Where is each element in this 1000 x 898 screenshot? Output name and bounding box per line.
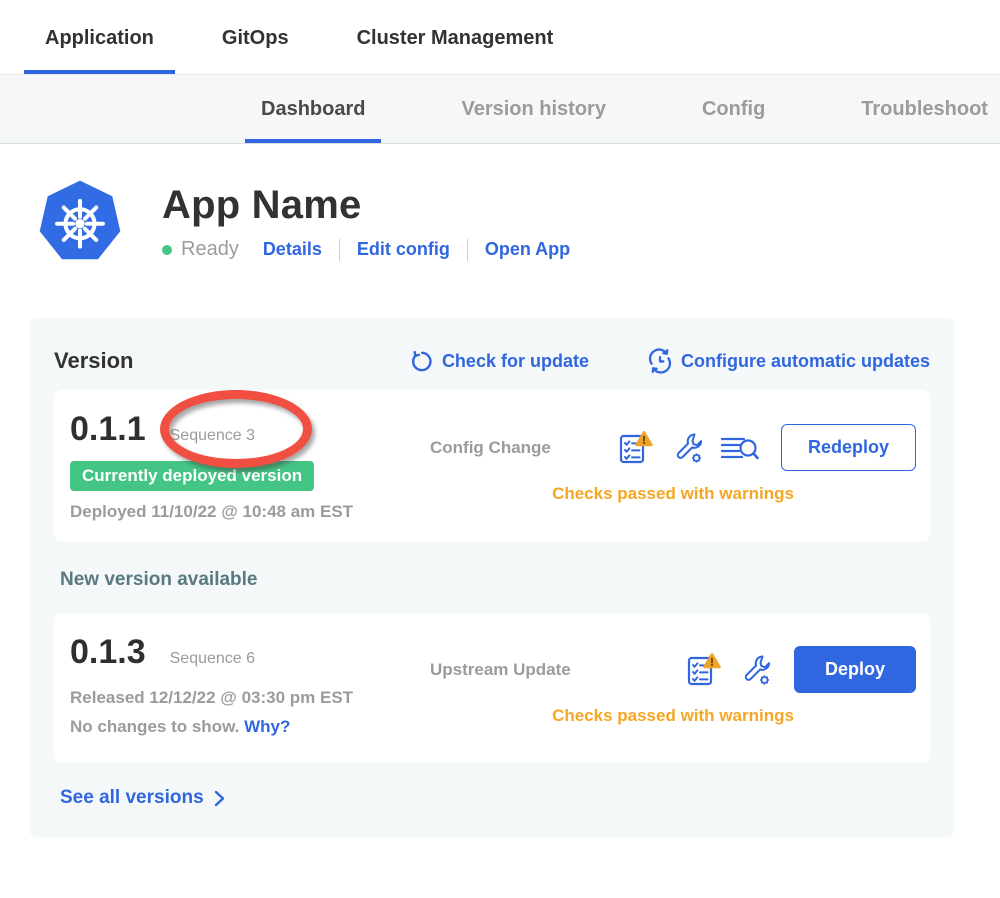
preflight-status-text: Checks passed with warnings [430,706,916,726]
tab-troubleshoot[interactable]: Troubleshoot [845,75,1000,143]
version-panel-title: Version [54,348,133,374]
no-changes-text: No changes to show. [70,717,239,736]
tab-application[interactable]: Application [24,27,175,74]
deployed-timestamp: Deployed 11/10/22 @ 10:48 am EST [70,502,430,522]
currently-deployed-badge: Currently deployed version [70,461,314,491]
checklist-warning-icon[interactable] [685,652,723,688]
current-version-number: 0.1.1 [70,410,146,449]
check-for-update-button[interactable]: Check for update [409,349,589,374]
available-version-card: 0.1.3 Sequence 6 Released 12/12/22 @ 03:… [54,613,930,763]
tab-dashboard[interactable]: Dashboard [245,75,381,143]
available-version-number: 0.1.3 [70,633,146,672]
version-source-label: Config Change [430,438,551,458]
edit-config-link[interactable]: Edit config [357,239,450,260]
tab-version-history[interactable]: Version history [445,75,622,143]
current-version-card: 0.1.1 Sequence 3 Currently deployed vers… [54,390,930,542]
tab-cluster-management[interactable]: Cluster Management [336,27,575,74]
wrench-gear-icon[interactable] [738,652,772,688]
lines-magnifier-icon[interactable] [719,433,759,463]
redeploy-button[interactable]: Redeploy [781,424,916,471]
version-source-label: Upstream Update [430,660,571,680]
see-all-versions-link[interactable]: See all versions [60,787,930,809]
status-text: Ready [181,238,239,261]
app-section-nav: Dashboard Version history Config Trouble… [0,74,1000,144]
gear-part [692,453,701,462]
wrench-gear-icon[interactable] [670,430,704,466]
kubernetes-logo [36,178,124,266]
preflight-status-text: Checks passed with warnings [430,484,916,504]
divider [339,239,340,261]
check-for-update-label: Check for update [442,351,589,372]
page-title: App Name [162,183,570,228]
available-version-sequence: Sequence 6 [170,650,255,668]
current-version-sequence: Sequence 3 [170,427,255,445]
divider [467,239,468,261]
app-header: App Name Ready Details Edit config Open … [36,178,1000,266]
configure-automatic-updates-label: Configure automatic updates [681,351,930,372]
chevron-right-icon [214,790,225,807]
version-panel: Version Check for update Configure autom… [30,318,954,837]
deploy-button[interactable]: Deploy [794,646,916,693]
configure-automatic-updates-button[interactable]: Configure automatic updates [647,348,930,374]
tab-gitops[interactable]: GitOps [201,27,310,74]
primary-nav: Application GitOps Cluster Management [0,0,1000,74]
tab-config[interactable]: Config [686,75,781,143]
why-link[interactable]: Why? [244,717,290,736]
released-timestamp: Released 12/12/22 @ 03:30 pm EST [70,688,430,708]
checklist-warning-icon[interactable] [617,430,655,466]
clock-sync-icon [647,348,673,374]
see-all-versions-label: See all versions [60,787,204,809]
refresh-icon [409,349,434,374]
status-ready-dot [162,245,172,255]
new-version-heading: New version available [60,569,930,591]
open-app-link[interactable]: Open App [485,239,570,260]
details-link[interactable]: Details [263,239,322,260]
